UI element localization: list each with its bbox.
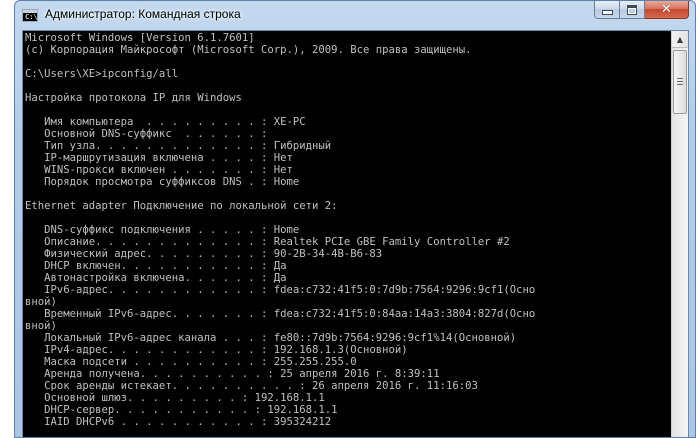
- console-line: Основной шлюз. . . . . . . . . : 192.168…: [25, 392, 325, 404]
- scroll-up-button[interactable]: ▲: [672, 31, 688, 48]
- console-line: (c) Корпорация Майкрософт (Microsoft Cor…: [25, 44, 472, 56]
- grip-line: [677, 78, 683, 79]
- icon-label: C:\: [25, 13, 38, 21]
- console-line: Маска подсети . . . . . . . . . . : 255.…: [25, 356, 357, 368]
- title-bar[interactable]: C:\ Администратор: Командная строка ✕: [15, 1, 695, 31]
- grip-line: [677, 84, 683, 85]
- minimize-icon: [601, 10, 613, 15]
- console-line: Срок аренды истекает. . . . . . . . . . …: [25, 380, 478, 392]
- console-line: Microsoft Windows [Version 6.1.7601]: [25, 32, 255, 44]
- console-line: вной): [25, 320, 57, 332]
- console-line: вной): [25, 296, 57, 308]
- console-line: WINS-прокси включен . . . . . . . : Нет: [25, 164, 293, 176]
- console-line: IPv4-адрес. . . . . . . . . . . . : 192.…: [25, 344, 408, 356]
- console-line: C:\Users\XE>ipconfig/all: [25, 68, 179, 80]
- console-line: Тип узла. . . . . . . . . . . . . : Гибр…: [25, 140, 332, 152]
- console-line: Ethernet adapter Подключение по локально…: [25, 200, 338, 212]
- console-line: Аренда получена. . . . . . . . . . : 25 …: [25, 368, 440, 380]
- console-line: Локальный IPv6-адрес канала . . . : fe80…: [25, 332, 517, 344]
- console-client-area: Microsoft Windows [Version 6.1.7601] (c) …: [22, 30, 689, 437]
- arrow-up-icon: ▲: [676, 34, 684, 44]
- console-line: Автонастройка включена. . . . . . : Да: [25, 272, 287, 284]
- console-line: Описание. . . . . . . . . . . . . : Real…: [25, 236, 510, 248]
- grip-line: [677, 81, 683, 82]
- console-line: DHCP включен. . . . . . . . . . . : Да: [25, 260, 287, 272]
- close-icon: ✕: [661, 2, 672, 17]
- vertical-scrollbar[interactable]: ▲: [671, 31, 688, 437]
- caption-buttons: ✕: [594, 1, 689, 20]
- console-window: C:\ Администратор: Командная строка ✕ Mi…: [14, 0, 696, 438]
- console-line: Физический адрес. . . . . . . . . : 90-2…: [25, 248, 383, 260]
- console-line: Основной DNS-суффикс . . . . . . :: [25, 128, 268, 140]
- console-line: Порядок просмотра суффиксов DNS . : Home: [25, 176, 300, 188]
- console-line: Настройка протокола IP для Windows: [25, 92, 242, 104]
- console-line: IPv6-адрес. . . . . . . . . . . . : fdea…: [25, 284, 536, 296]
- console-line: DNS-суффикс подключения . . . . . : Home: [25, 224, 300, 236]
- maximize-button[interactable]: [620, 1, 645, 19]
- console-line: IP-маршрутизация включена . . . . : Нет: [25, 152, 293, 164]
- minimize-button[interactable]: [594, 1, 620, 19]
- command-prompt-icon[interactable]: C:\: [22, 9, 38, 22]
- window-title: Администратор: Командная строка: [45, 7, 241, 21]
- console-line: DHCP-сервер. . . . . . . . . . . : 192.1…: [25, 404, 338, 416]
- console-output[interactable]: Microsoft Windows [Version 6.1.7601] (c) …: [23, 31, 668, 437]
- console-line: IAID DHCPv6 . . . . . . . . . . . : 3953…: [25, 416, 332, 428]
- console-line: Временный IPv6-адрес. . . . . . . : fdea…: [25, 308, 536, 320]
- scrollbar-thumb[interactable]: [673, 50, 687, 114]
- maximize-icon: [627, 4, 637, 15]
- close-button[interactable]: ✕: [645, 1, 689, 19]
- console-line: Имя компьютера . . . . . . . . . : XE-PC: [25, 116, 306, 128]
